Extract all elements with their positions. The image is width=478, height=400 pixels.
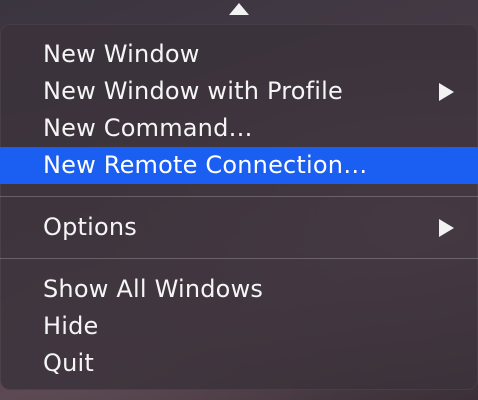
- menu-item-label: Options: [43, 213, 138, 241]
- menu-item-label: New Remote Connection…: [43, 151, 368, 179]
- menu-item-label: Hide: [43, 312, 99, 340]
- triangle-right-icon: [439, 219, 454, 237]
- menu-separator: [0, 196, 478, 197]
- menu-item-new-window[interactable]: New Window: [0, 36, 478, 73]
- menu-item-label: New Window: [43, 40, 200, 68]
- menu-item-new-remote-connection[interactable]: New Remote Connection…: [0, 147, 478, 184]
- menu-separator: [0, 258, 478, 259]
- menu-item-label: New Window with Profile: [43, 77, 344, 105]
- triangle-right-icon: [439, 83, 454, 101]
- menu-item-label: Show All Windows: [43, 275, 264, 303]
- menu-item-label: Quit: [43, 349, 94, 377]
- menu-item-hide[interactable]: Hide: [0, 308, 478, 345]
- desktop-background: New Window New Window with Profile New C…: [0, 0, 478, 400]
- menu-item-new-window-with-profile[interactable]: New Window with Profile: [0, 73, 478, 110]
- caret-up-icon: [229, 3, 249, 15]
- menu-item-show-all-windows[interactable]: Show All Windows: [0, 271, 478, 308]
- dock-context-menu: New Window New Window with Profile New C…: [0, 24, 478, 390]
- menu-item-label: New Command…: [43, 114, 253, 142]
- menu-item-options[interactable]: Options: [0, 209, 478, 246]
- menu-item-new-command[interactable]: New Command…: [0, 110, 478, 147]
- menu-item-quit[interactable]: Quit: [0, 345, 478, 382]
